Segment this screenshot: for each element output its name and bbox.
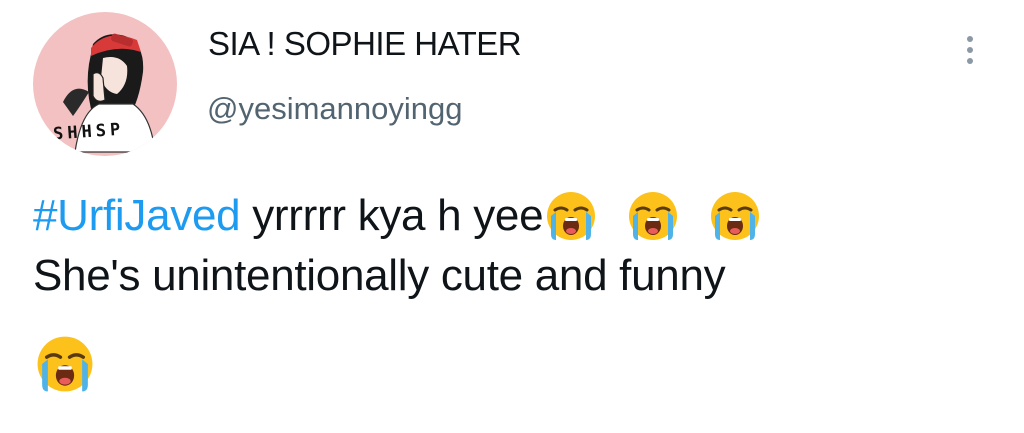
- hashtag-link[interactable]: #UrfiJaved: [33, 186, 241, 246]
- loudly-crying-face-icon: [547, 192, 596, 240]
- more-options-button[interactable]: [956, 28, 984, 72]
- tweet-text-segment: She's unintentionally cute and funny: [33, 251, 726, 300]
- tweet-line-1: #UrfiJaved yrrrrr kya h yee: [33, 186, 993, 246]
- more-dot-icon: [967, 58, 973, 64]
- avatar-image: SHHSP: [52, 33, 156, 153]
- tweet-text: #UrfiJaved yrrrrr kya h yee She's uninte…: [33, 186, 993, 394]
- tweet-line-3: [33, 334, 993, 394]
- tweet-line-2: She's unintentionally cute and funny: [33, 246, 993, 306]
- more-dot-icon: [967, 47, 973, 53]
- tweet-text-segment: yrrrrr kya h yee: [240, 191, 544, 240]
- avatar[interactable]: SHHSP: [33, 12, 177, 156]
- loudly-crying-face-icon: [629, 192, 678, 240]
- user-handle[interactable]: @yesimannoyingg: [207, 89, 463, 129]
- more-dot-icon: [967, 36, 973, 42]
- loudly-crying-face-icon: [37, 336, 93, 392]
- loudly-crying-face-icon: [711, 192, 760, 240]
- tweet[interactable]: SHHSP SIA ! SOPHIE HATER @yesimannoyingg…: [0, 0, 1024, 433]
- display-name[interactable]: SIA ! SOPHIE HATER: [208, 24, 522, 64]
